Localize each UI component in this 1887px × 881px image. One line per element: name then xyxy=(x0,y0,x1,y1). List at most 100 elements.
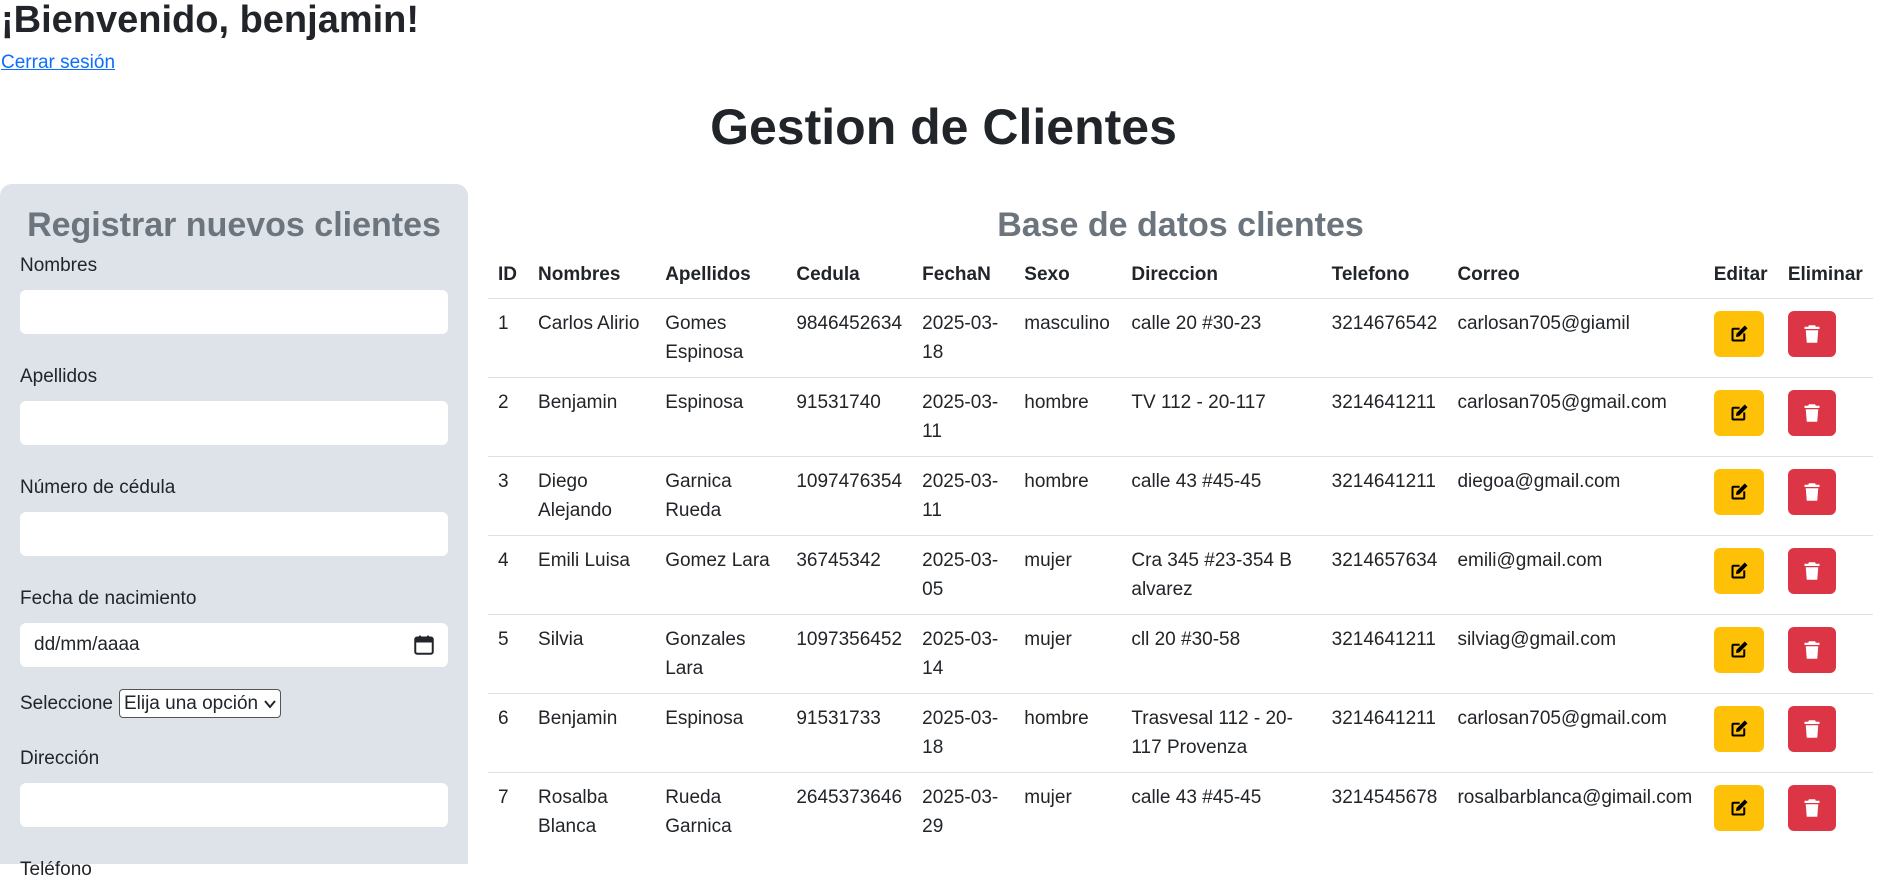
edit-button[interactable] xyxy=(1713,626,1764,673)
calendar-icon[interactable] xyxy=(414,635,434,655)
cell-cedula: 91531740 xyxy=(786,376,913,456)
cell-apellidos: Espinosa xyxy=(655,692,787,772)
delete-button[interactable] xyxy=(1787,547,1836,594)
nombres-input[interactable] xyxy=(20,290,448,334)
header-id: ID xyxy=(498,263,517,285)
cell-sexo: mujer xyxy=(1014,771,1122,851)
cell-sexo: mujer xyxy=(1014,534,1122,614)
cell-id: 6 xyxy=(488,692,529,772)
cell-correo: silviag@gmail.com xyxy=(1447,613,1704,693)
cell-nombres: Silvia xyxy=(528,613,656,693)
cell-editar xyxy=(1703,613,1778,693)
delete-button[interactable] xyxy=(1787,310,1836,357)
apellidos-input[interactable] xyxy=(20,401,448,445)
cell-editar xyxy=(1703,297,1778,377)
edit-button[interactable] xyxy=(1713,784,1764,831)
cell-id: 5 xyxy=(488,613,529,693)
table-row: 5 Silvia Gonzales Lara 1097356452 2025-03-14… xyxy=(488,613,1873,693)
select-label: Seleccione xyxy=(20,692,113,714)
cell-id: 7 xyxy=(488,771,529,851)
table-row: 2 Benjamin Espinosa 91531740 2025-03-11 hombr… xyxy=(488,376,1873,456)
cell-apellidos: Gonzales Lara xyxy=(655,613,787,693)
cell-apellidos: Espinosa xyxy=(655,376,787,456)
fecha-placeholder: dd/mm/aaaa xyxy=(34,634,140,655)
pencil-square-icon xyxy=(1731,799,1748,815)
fecha-input[interactable]: dd/mm/aaaa xyxy=(20,623,448,667)
trash-icon xyxy=(1804,324,1820,343)
delete-button[interactable] xyxy=(1787,626,1836,673)
cell-cedula: 36745342 xyxy=(786,534,913,614)
cell-nombres: Carlos Alirio xyxy=(528,297,656,377)
sexo-select[interactable]: Elija una opción xyxy=(118,689,282,718)
table-row: 7 Rosalba Blanca Rueda Garnica 2645373646 20… xyxy=(488,771,1873,851)
header-apellidos: Apellidos xyxy=(665,263,751,285)
cell-direccion: TV 112 - 20-117 xyxy=(1121,376,1322,456)
edit-button[interactable] xyxy=(1713,468,1764,515)
cell-editar xyxy=(1703,771,1778,851)
cell-fechan: 2025-03-18 xyxy=(912,297,1015,377)
pencil-square-icon xyxy=(1731,483,1748,499)
header-eliminar: Eliminar xyxy=(1787,263,1863,285)
cedula-input[interactable] xyxy=(20,512,448,556)
header-direccion: Direccion xyxy=(1131,263,1218,285)
cell-id: 3 xyxy=(488,455,529,535)
cell-sexo: mujer xyxy=(1014,613,1122,693)
cell-direccion: calle 20 #30-23 xyxy=(1121,297,1322,377)
chevron-down-icon xyxy=(264,699,276,709)
logout-link[interactable]: Cerrar sesión xyxy=(1,52,115,74)
pencil-square-icon xyxy=(1731,325,1748,341)
cell-id: 1 xyxy=(488,297,529,377)
cell-apellidos: Garnica Rueda xyxy=(655,455,787,535)
cell-editar xyxy=(1703,534,1778,614)
header-editar: Editar xyxy=(1713,263,1768,285)
delete-button[interactable] xyxy=(1787,705,1836,752)
header-sexo: Sexo xyxy=(1024,263,1070,285)
delete-button[interactable] xyxy=(1787,784,1836,831)
cell-telefono: 3214641211 xyxy=(1321,376,1448,456)
apellidos-label: Apellidos xyxy=(20,366,98,387)
cell-telefono: 3214657634 xyxy=(1321,534,1448,614)
cell-telefono: 3214545678 xyxy=(1321,771,1448,851)
select-value: Elija una opción xyxy=(123,692,259,714)
cell-direccion: Cra 345 #23-354 B alvarez xyxy=(1121,534,1322,614)
delete-button[interactable] xyxy=(1787,389,1836,436)
edit-button[interactable] xyxy=(1713,547,1764,594)
cell-correo: carlosan705@gmail.com xyxy=(1447,692,1704,772)
table-row: 4 Emili Luisa Gomez Lara 36745342 2025-03-05… xyxy=(488,534,1873,614)
trash-icon xyxy=(1804,640,1820,659)
pencil-square-icon xyxy=(1731,720,1748,736)
pencil-square-icon xyxy=(1731,404,1748,420)
cell-telefono: 3214641211 xyxy=(1321,692,1448,772)
header-correo: Correo xyxy=(1457,263,1520,285)
cell-cedula: 91531733 xyxy=(786,692,913,772)
table-row: 1 Carlos Alirio Gomes Espinosa 9846452634 20… xyxy=(488,297,1873,377)
cell-editar xyxy=(1703,692,1778,772)
cell-direccion: cll 20 #30-58 xyxy=(1121,613,1322,693)
delete-button[interactable] xyxy=(1787,468,1836,515)
header-nombres: Nombres xyxy=(538,263,621,285)
table-header-row: ID Nombres Apellidos Cedula FechaN Sexo … xyxy=(488,262,1873,298)
trash-icon xyxy=(1804,561,1820,580)
trash-icon xyxy=(1804,719,1820,738)
edit-button[interactable] xyxy=(1713,705,1764,752)
direccion-label: Dirección xyxy=(20,748,100,769)
trash-icon xyxy=(1804,798,1820,817)
form-title: Registrar nuevos clientes xyxy=(27,206,441,244)
cell-apellidos: Gomes Espinosa xyxy=(655,297,787,377)
clients-table-area: Base de datos clientes ID Nombres Apelli… xyxy=(488,206,1873,851)
cell-cedula: 9846452634 xyxy=(786,297,913,377)
cell-correo: diegoa@gmail.com xyxy=(1447,455,1704,535)
cell-fechan: 2025-03-14 xyxy=(912,613,1015,693)
edit-button[interactable] xyxy=(1713,389,1764,436)
cell-sexo: hombre xyxy=(1014,455,1122,535)
cell-direccion: calle 43 #45-45 xyxy=(1121,455,1322,535)
cell-nombres: Rosalba Blanca xyxy=(528,771,656,851)
edit-button[interactable] xyxy=(1713,310,1764,357)
cell-correo: rosalbarblanca@gimail.com xyxy=(1447,771,1704,851)
direccion-input[interactable] xyxy=(20,783,448,827)
header-fechan: FechaN xyxy=(922,263,991,285)
table-title: Base de datos clientes xyxy=(997,206,1364,244)
cell-correo: emili@gmail.com xyxy=(1447,534,1704,614)
trash-icon xyxy=(1804,482,1820,501)
cell-fechan: 2025-03-18 xyxy=(912,692,1015,772)
